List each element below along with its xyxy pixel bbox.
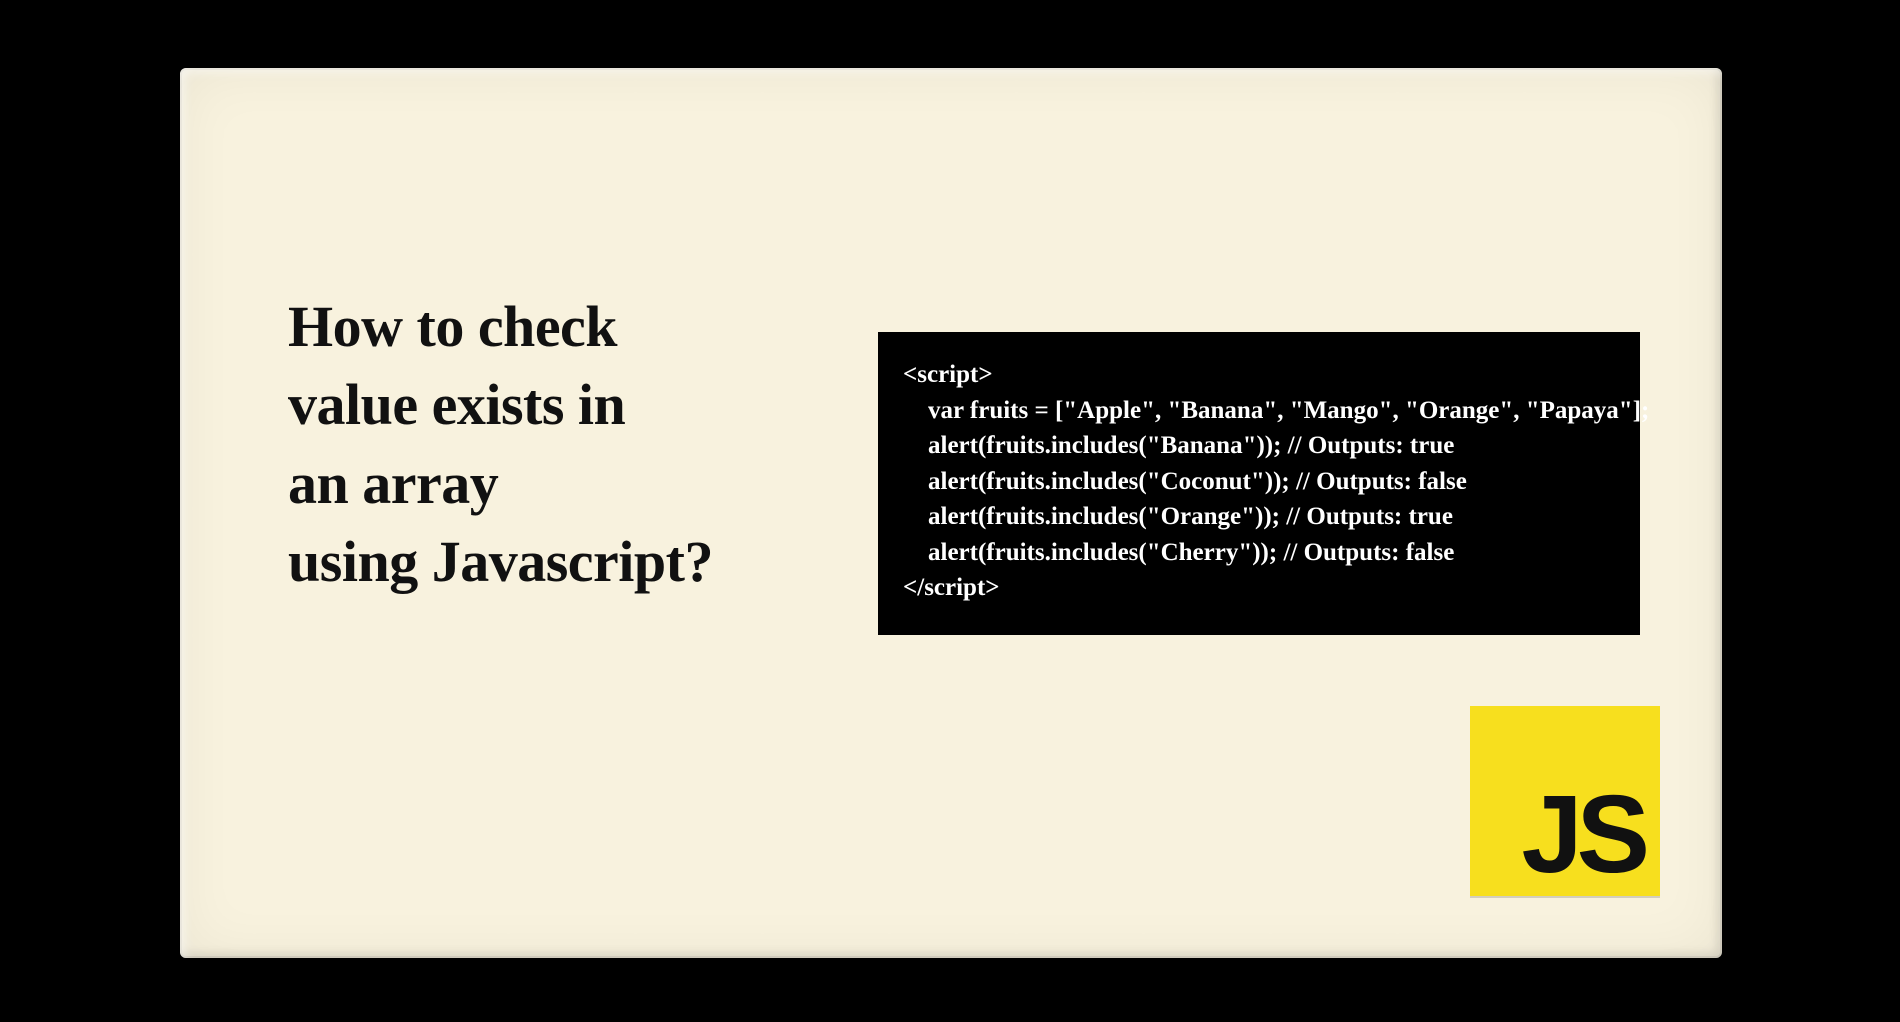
code-block-frame: <script> var fruits = ["Apple", "Banana"… xyxy=(878,332,1640,635)
code-block: <script> var fruits = ["Apple", "Banana"… xyxy=(892,346,1626,621)
code-line: alert(fruits.includes("Coconut")); // Ou… xyxy=(903,468,1467,495)
code-line: alert(fruits.includes("Orange")); // Out… xyxy=(903,503,1453,530)
code-line: alert(fruits.includes("Banana")); // Out… xyxy=(903,432,1454,459)
code-line: </script> xyxy=(903,574,1000,601)
title-line: an array xyxy=(288,451,498,516)
code-line: <script> xyxy=(903,361,993,388)
js-logo-badge: JS xyxy=(1470,706,1660,896)
slide-card: How to check value exists in an array us… xyxy=(180,68,1722,958)
title-line: using Javascript? xyxy=(288,529,713,594)
title-line: value exists in xyxy=(288,372,625,437)
code-line: var fruits = ["Apple", "Banana", "Mango"… xyxy=(903,397,1649,424)
code-line: alert(fruits.includes("Cherry")); // Out… xyxy=(903,539,1454,566)
title-line: How to check xyxy=(288,294,617,359)
js-logo-text: JS xyxy=(1521,780,1644,890)
slide-card-wrap: How to check value exists in an array us… xyxy=(180,68,1722,958)
slide-title: How to check value exists in an array us… xyxy=(288,288,828,601)
